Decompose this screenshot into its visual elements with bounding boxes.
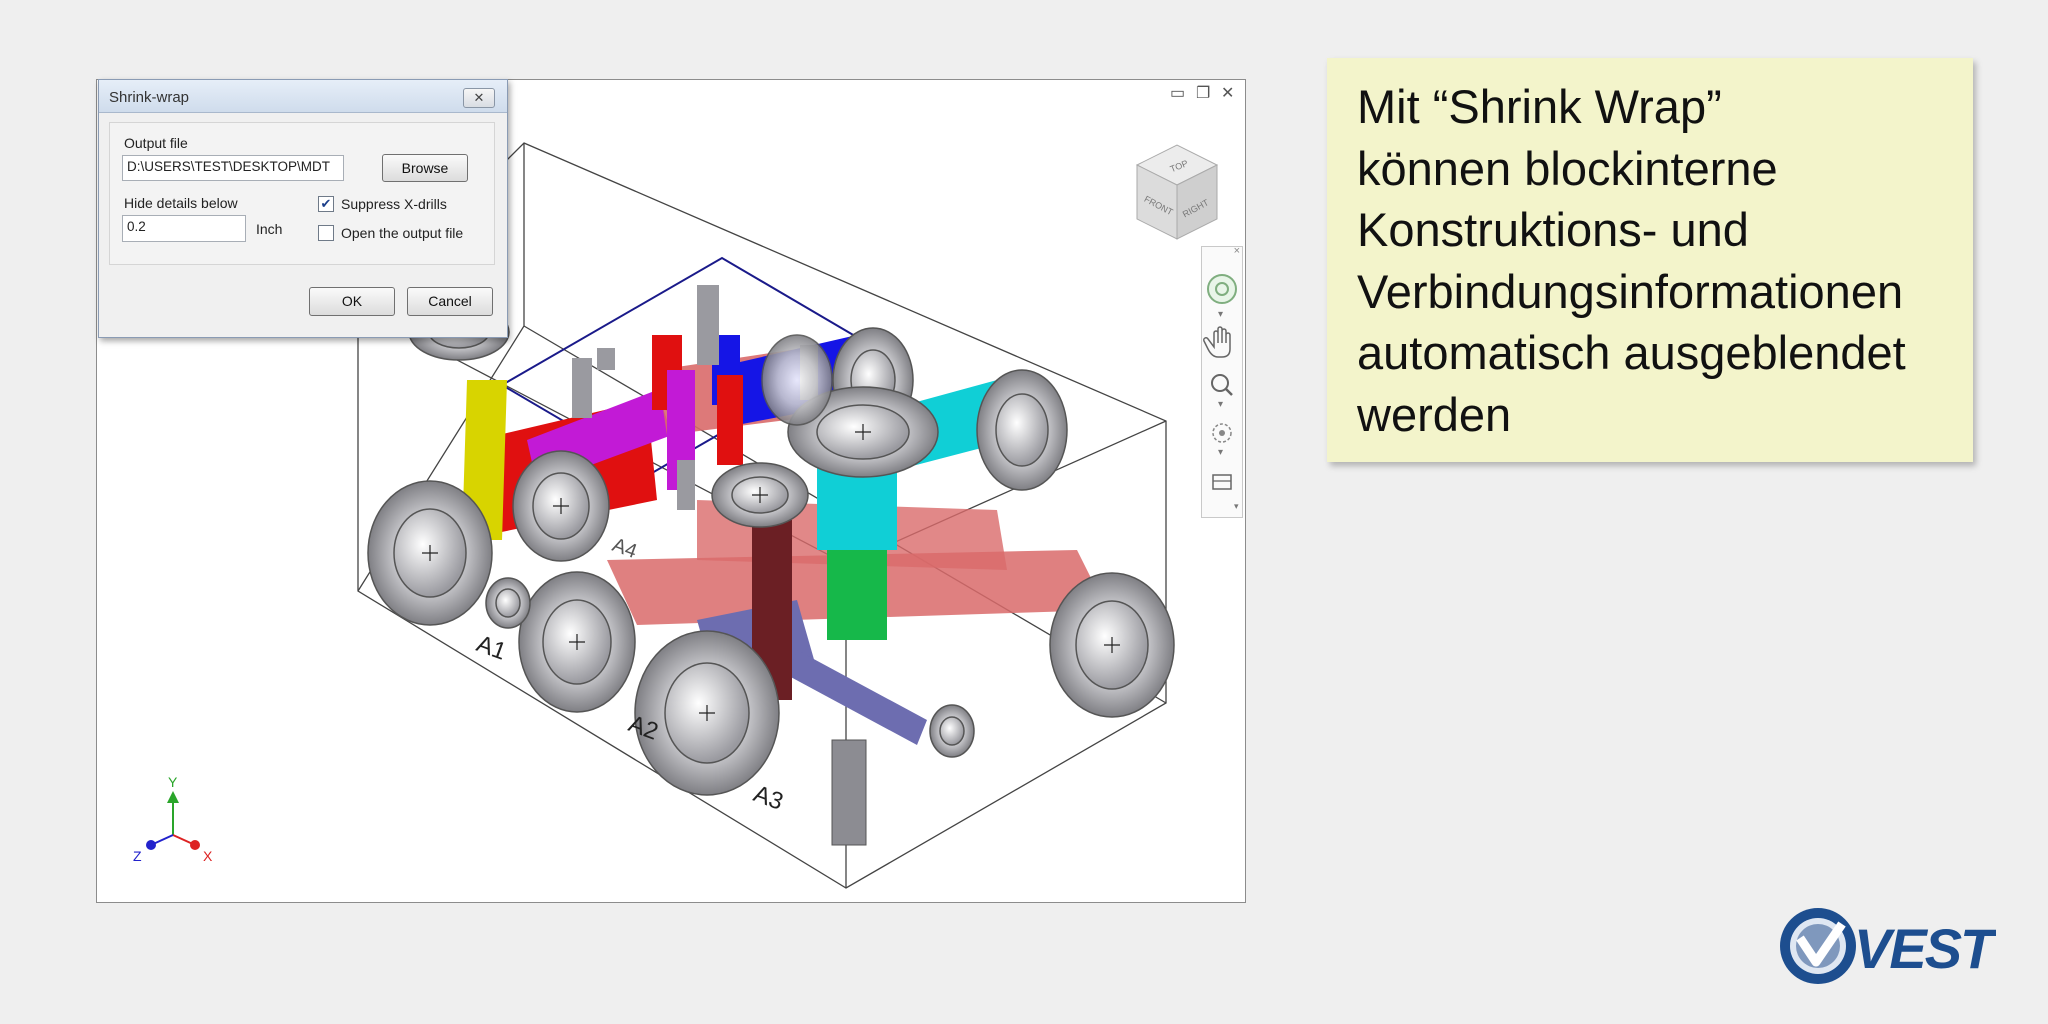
vest-logo: VEST [1776, 900, 2001, 990]
svg-text:▾: ▾ [1234, 501, 1239, 511]
note-line: können blockinterne [1357, 141, 1778, 195]
open-output-checkbox[interactable] [318, 225, 334, 241]
note-line: Konstruktions- und [1357, 203, 1749, 256]
steering-wheel-icon[interactable] [1207, 274, 1237, 304]
axis-y-label: Y [168, 774, 178, 790]
unit-label: Inch [256, 221, 283, 237]
navbar-close-icon[interactable]: × [1234, 245, 1240, 257]
callout-note: Mit “Shrink Wrap” können blockinterne Ko… [1327, 58, 1973, 462]
hide-details-label: Hide details below [124, 195, 238, 211]
suppress-xdrills-checkbox[interactable]: ✔ [318, 196, 334, 212]
viewcube: TOP FRONT RIGHT [1135, 144, 1219, 240]
suppress-xdrills-label: Suppress X-drills [341, 196, 447, 212]
note-line: werden [1357, 387, 1512, 441]
hide-details-input[interactable]: 0.2 [122, 215, 246, 242]
orbit-icon[interactable] [1212, 423, 1232, 443]
open-output-label: Open the output file [341, 225, 464, 241]
browse-button[interactable]: Browse [382, 154, 468, 182]
minimize-icon[interactable]: ▭ [1170, 86, 1185, 102]
zoom-icon[interactable] [1211, 374, 1233, 396]
svg-text:▾: ▾ [1218, 309, 1223, 320]
pan-icon[interactable] [1203, 326, 1231, 358]
port-label-a1: A1 [473, 630, 510, 665]
output-file-label: Output file [124, 135, 188, 151]
axis-triad: Y X Z [133, 774, 213, 864]
svg-text:▾: ▾ [1218, 399, 1223, 410]
logo-text: VEST [1854, 917, 1996, 980]
note-line: automatisch ausgeblendet [1357, 326, 1906, 379]
look-icon[interactable] [1212, 474, 1232, 490]
port-label-a3: A3 [750, 780, 787, 815]
note-line: Verbindungsinformationen [1357, 264, 1904, 318]
axis-x-label: X [203, 848, 213, 864]
ok-button[interactable]: OK [309, 287, 395, 316]
shrink-wrap-dialog: Shrink-wrap ✕ Output file D:\USERS\TEST\… [98, 79, 508, 338]
navigation-bar: ▾ ▾ ▾ ▾ × [1201, 245, 1243, 518]
output-file-input[interactable]: D:\USERS\TEST\DESKTOP\MDT [122, 155, 344, 181]
note-line: Mit “Shrink Wrap” [1357, 80, 1722, 133]
dialog-title: Shrink-wrap [109, 89, 190, 106]
axis-z-label: Z [133, 848, 142, 864]
cancel-button[interactable]: Cancel [407, 287, 493, 316]
dialog-titlebar[interactable]: Shrink-wrap ✕ [99, 80, 507, 113]
close-icon[interactable]: ✕ [1221, 86, 1234, 102]
port-label-a4: A4 [609, 534, 640, 563]
dialog-close-button[interactable]: ✕ [463, 88, 495, 108]
dialog-options-group: Output file D:\USERS\TEST\DESKTOP\MDT Br… [109, 122, 495, 265]
svg-text:▾: ▾ [1218, 447, 1223, 458]
restore-icon[interactable]: ❐ [1196, 86, 1210, 102]
